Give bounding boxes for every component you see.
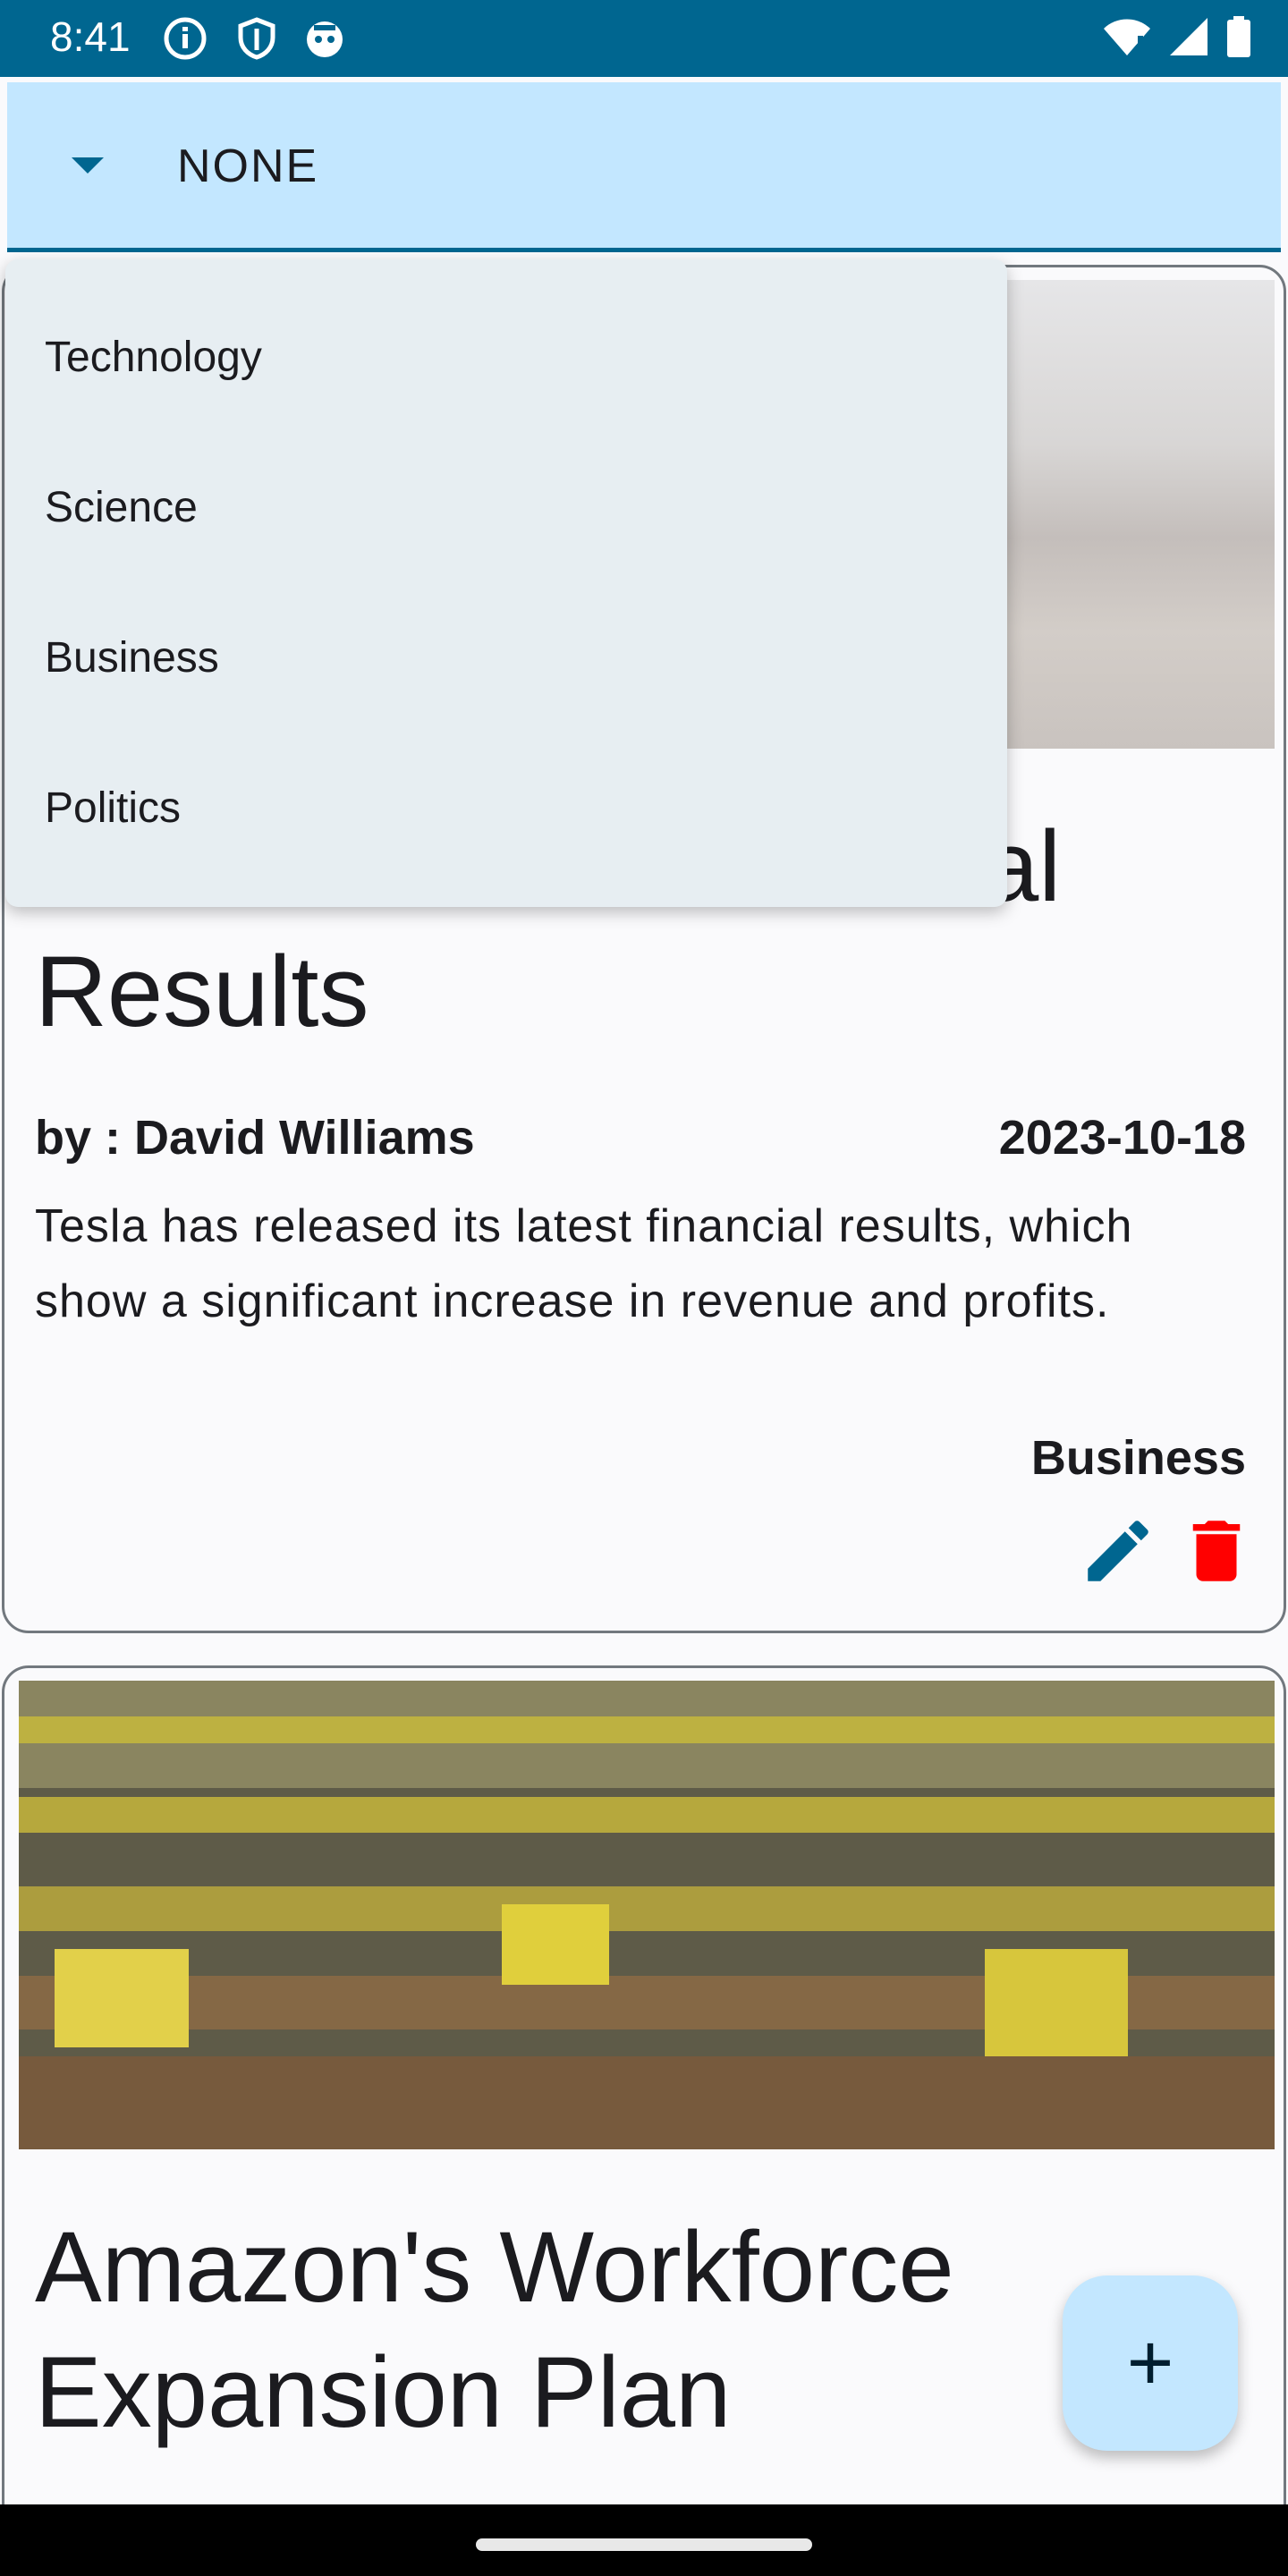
plus-icon: + xyxy=(1126,2318,1174,2408)
article-category: Business xyxy=(1030,1431,1246,1485)
article-title-line2: Results xyxy=(35,936,369,1047)
add-article-button[interactable]: + xyxy=(1063,2275,1238,2451)
filter-selected-value: NONE xyxy=(177,140,319,192)
status-time: 8:41 xyxy=(50,13,131,60)
category-filter-dropdown[interactable]: NONE xyxy=(7,82,1281,252)
screen: 8:41 al Results by: David Williams 2023… xyxy=(0,0,1288,2504)
article-author: by : David Williams xyxy=(35,1111,475,1165)
edit-icon[interactable] xyxy=(1078,1511,1158,1591)
article-title: Amazon's Workforce Expansion Plan xyxy=(35,2211,954,2448)
menu-item-technology[interactable]: Technology xyxy=(45,333,262,382)
home-gesture-handle[interactable] xyxy=(476,2538,812,2551)
article-image xyxy=(19,1681,1275,2149)
menu-item-politics[interactable]: Politics xyxy=(45,784,181,833)
menu-item-science[interactable]: Science xyxy=(45,483,198,532)
signal-icon xyxy=(1170,18,1208,55)
article-date: 2023-10-18 xyxy=(998,1111,1246,1165)
menu-item-business[interactable]: Business xyxy=(45,633,219,682)
wifi-icon xyxy=(1104,19,1150,56)
shield-icon xyxy=(238,17,275,60)
status-bar: 8:41 xyxy=(0,0,1288,77)
category-menu: Technology Science Business Politics xyxy=(5,259,1007,907)
info-icon xyxy=(164,17,207,60)
face-icon xyxy=(307,21,343,57)
dropdown-arrow-icon xyxy=(72,157,104,174)
article-description: Tesla has released its latest financial … xyxy=(35,1200,1133,1327)
battery-icon xyxy=(1227,16,1250,57)
status-right-icons xyxy=(1102,16,1252,57)
delete-icon[interactable] xyxy=(1176,1511,1257,1591)
